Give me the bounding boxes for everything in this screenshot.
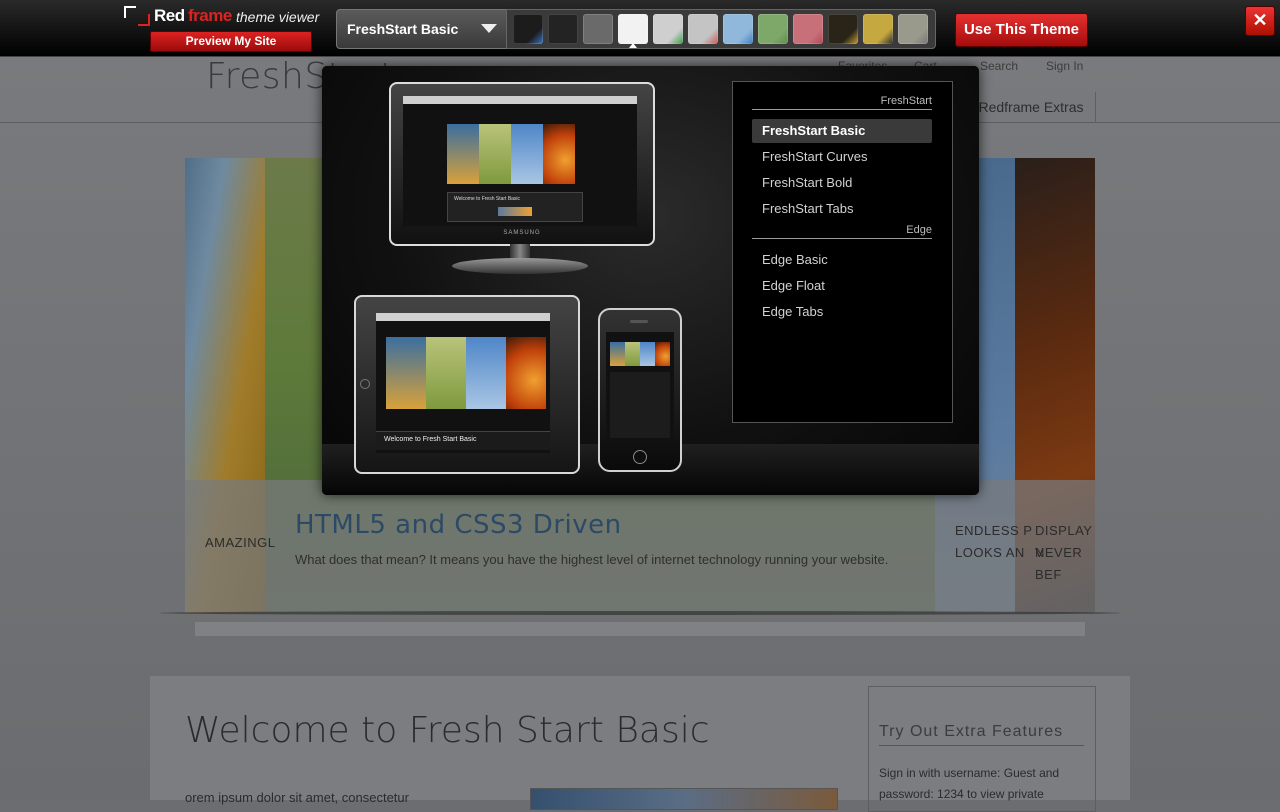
monitor-mini-image	[498, 207, 532, 216]
sidebar-title: Try Out Extra Features	[879, 723, 1064, 740]
slide-side-caption-far-2: NEVER BEF	[1035, 545, 1083, 582]
tablet-preview: Welcome to Fresh Start Basic	[354, 295, 580, 474]
monitor-browser-bar	[403, 96, 637, 104]
phone-slides	[610, 342, 670, 366]
logo-text-frame: frame	[188, 6, 232, 25]
tablet-welcome-text: Welcome to Fresh Start Basic	[384, 436, 477, 443]
sidebar-divider	[879, 745, 1084, 746]
color-swatch-strip	[506, 9, 936, 49]
tablet-screen: Welcome to Fresh Start Basic	[376, 313, 550, 453]
monitor-brand: SAMSUNG	[503, 230, 541, 236]
swatch-gold-stripe[interactable]	[863, 14, 893, 44]
close-icon[interactable]: ✕	[1245, 6, 1275, 36]
slide-side-caption-right-1: ENDLESS P	[955, 523, 1033, 538]
sidebar-extra-features: Try Out Extra Features Sign in with user…	[868, 686, 1096, 812]
swatch-white[interactable]	[618, 14, 648, 44]
slide-title: HTML5 and CSS3 Driven	[295, 510, 622, 540]
theme-list-panel: FreshStart FreshStart Basic FreshStart C…	[732, 81, 953, 423]
phone-screen	[606, 332, 674, 444]
swatch-glossy-dark[interactable]	[583, 14, 613, 44]
page-title: Welcome to Fresh Start Basic	[185, 710, 710, 751]
theme-item-freshstart-curves[interactable]: FreshStart Curves	[752, 145, 932, 169]
device-showcase: Welcome to Fresh Start Basic SAMSUNG Wel…	[322, 66, 979, 495]
theme-viewer-toolbar: Red frame theme viewer Preview My Site F…	[0, 0, 1280, 57]
phone-content	[610, 372, 670, 438]
monitor-base	[452, 258, 588, 274]
theme-item-freshstart-tabs[interactable]: FreshStart Tabs	[752, 197, 932, 221]
swatch-black-gold[interactable]	[828, 14, 858, 44]
search-link[interactable]: Search	[980, 59, 1018, 73]
theme-item-freshstart-basic[interactable]: FreshStart Basic	[752, 119, 932, 143]
desktop-monitor-preview: Welcome to Fresh Start Basic SAMSUNG	[389, 82, 655, 246]
swatch-silver-green[interactable]	[653, 14, 683, 44]
swatch-sky-blue[interactable]	[723, 14, 753, 44]
body-text: orem ipsum dolor sit amet, consectetur	[185, 790, 409, 805]
sign-in-link[interactable]: Sign In	[1046, 59, 1083, 73]
monitor-screen: Welcome to Fresh Start Basic	[403, 96, 637, 226]
theme-item-freshstart-bold[interactable]: FreshStart Bold	[752, 171, 932, 195]
tablet-home-button	[360, 379, 370, 389]
monitor-welcome-text: Welcome to Fresh Start Basic	[454, 196, 521, 202]
phone-home-button	[633, 450, 647, 464]
theme-preview-modal: Welcome to Fresh Start Basic SAMSUNG Wel…	[322, 66, 979, 495]
group-divider	[752, 109, 932, 110]
sidebar-text: Sign in with username: Guest and passwor…	[879, 766, 1060, 801]
nav-item-redframe-extras[interactable]: Redframe Extras	[966, 92, 1096, 122]
monitor-welcome-panel: Welcome to Fresh Start Basic	[447, 192, 583, 222]
slider-reflection	[195, 622, 1085, 636]
frame-logo-icon	[124, 6, 150, 26]
slide-side-caption-right-2: LOOKS AN	[955, 545, 1025, 560]
tablet-slides	[386, 337, 546, 409]
tablet-browser-bar	[376, 313, 550, 321]
phone-preview	[598, 308, 682, 472]
content-image	[530, 788, 838, 810]
preview-my-site-button[interactable]: Preview My Site	[150, 31, 312, 52]
theme-item-edge-basic[interactable]: Edge Basic	[752, 248, 932, 272]
theme-item-edge-tabs[interactable]: Edge Tabs	[752, 300, 932, 324]
swatch-rose[interactable]	[793, 14, 823, 44]
theme-item-edge-float[interactable]: Edge Float	[752, 274, 932, 298]
use-this-theme-button[interactable]: Use This Theme	[955, 13, 1088, 47]
group-divider	[752, 238, 932, 239]
tablet-welcome-bar: Welcome to Fresh Start Basic	[376, 431, 550, 450]
chevron-down-icon	[481, 24, 497, 33]
logo-text-red: Red	[154, 6, 185, 25]
swatch-light-silver[interactable]	[688, 14, 718, 44]
swatch-green[interactable]	[758, 14, 788, 44]
swatch-charcoal[interactable]	[548, 14, 578, 44]
slide-text: What does that mean? It means you have t…	[295, 552, 889, 567]
monitor-slides	[447, 124, 575, 184]
logo-subtitle: theme viewer	[236, 9, 320, 25]
redframe-logo: Red frame theme viewer	[124, 6, 334, 28]
phone-speaker	[630, 320, 648, 323]
slider-shadow	[160, 611, 1120, 615]
selected-theme-label: FreshStart Basic	[347, 21, 459, 37]
main-content: Welcome to Fresh Start Basic orem ipsum …	[150, 676, 1130, 812]
selected-swatch-indicator	[629, 43, 637, 48]
swatch-dark-blue[interactable]	[513, 14, 543, 44]
theme-select-dropdown[interactable]: FreshStart Basic	[336, 9, 508, 49]
group-label-freshstart: FreshStart	[880, 95, 932, 107]
slide-side-caption-left: AMAZINGL	[205, 535, 276, 550]
swatch-stone[interactable]	[898, 14, 928, 44]
group-label-edge: Edge	[906, 224, 932, 236]
